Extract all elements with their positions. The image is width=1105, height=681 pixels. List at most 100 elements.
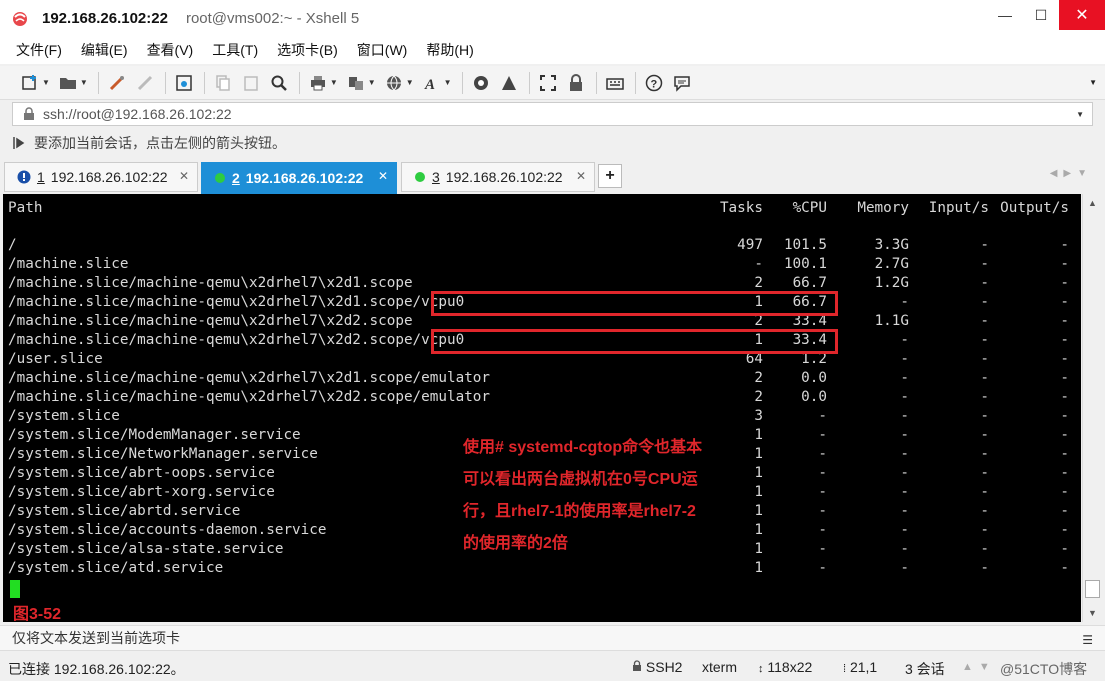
watermark-text: @51CTO博客 xyxy=(1000,661,1088,677)
terminal-cell-cpu: - xyxy=(818,465,827,481)
terminal-header-memory: Memory xyxy=(857,200,909,216)
new-session-icon[interactable] xyxy=(20,73,40,93)
terminal-cell-memory: - xyxy=(900,389,909,405)
menu-window[interactable]: 窗口(W) xyxy=(355,40,410,60)
menu-tools[interactable]: 工具(T) xyxy=(210,40,260,60)
terminal-scrollbar[interactable]: ▲ ▼ xyxy=(1082,194,1102,622)
terminal-cell-input: - xyxy=(980,446,989,462)
connect-icon[interactable] xyxy=(107,73,127,93)
copy-icon[interactable] xyxy=(213,73,233,93)
terminal-row-path: /system.slice/abrt-oops.service xyxy=(8,465,275,481)
terminal-cell-memory: - xyxy=(900,332,909,348)
chevron-down-icon[interactable]: ▼ xyxy=(1076,110,1084,119)
highlight-box-vcpu0-rhel7-2 xyxy=(431,329,838,354)
terminal-cell-cpu: - xyxy=(818,446,827,462)
chevron-down-icon[interactable]: ▼ xyxy=(42,78,50,87)
toolbar-options-icon[interactable]: ▼ xyxy=(1089,78,1097,87)
menu-help[interactable]: 帮助(H) xyxy=(424,40,475,60)
terminal-header-input: Input/s xyxy=(928,200,989,216)
status-connection: 已连接 192.168.26.102:22。 xyxy=(8,661,185,677)
chevron-down-icon[interactable]: ▼ xyxy=(444,78,452,87)
terminal-cell-output: - xyxy=(1060,446,1069,462)
disconnect-icon[interactable] xyxy=(135,73,155,93)
scroll-up-icon[interactable]: ▲ xyxy=(1088,198,1097,208)
xftp-icon[interactable] xyxy=(471,73,491,93)
tab-session-2[interactable]: 2 192.168.26.102:22 ✕ xyxy=(201,162,397,194)
session-hint-bar: 要添加当前会话，点击左侧的箭头按钮。 xyxy=(12,131,1093,155)
tab-session-1[interactable]: 1 192.168.26.102:22 ✕ xyxy=(4,162,198,192)
font-icon[interactable]: A xyxy=(422,73,442,93)
paste-icon[interactable] xyxy=(241,73,261,93)
close-button[interactable]: ✕ xyxy=(1059,0,1105,30)
terminal-row-path: /system.slice/atd.service xyxy=(8,560,224,576)
lock-icon[interactable] xyxy=(566,73,586,93)
terminal-cell-cpu: - xyxy=(818,560,827,576)
terminal-cell-output: - xyxy=(1060,313,1069,329)
keyboard-icon[interactable] xyxy=(605,73,625,93)
add-tab-button[interactable]: + xyxy=(598,164,622,188)
help-icon[interactable]: ? xyxy=(644,73,664,93)
print-icon[interactable] xyxy=(308,73,328,93)
scrollbar-thumb[interactable] xyxy=(1085,580,1100,598)
lock-icon xyxy=(633,660,641,671)
xshell-logo-icon xyxy=(13,12,27,26)
address-bar[interactable]: ssh://root@192.168.26.102:22 ▼ xyxy=(12,102,1093,126)
annotation-line: 行，且rhel7-1的使用率是rhel7-2 xyxy=(463,503,696,520)
terminal-cell-tasks: 1 xyxy=(754,560,763,576)
menu-tabs[interactable]: 选项卡(B) xyxy=(275,40,340,60)
chevron-down-icon[interactable]: ▼ xyxy=(406,78,414,87)
annotation-line: 可以看出两台虚拟机在0号CPU运 xyxy=(463,471,698,488)
find-icon[interactable] xyxy=(269,73,289,93)
terminal-cell-tasks: 3 xyxy=(754,408,763,424)
open-folder-icon[interactable] xyxy=(58,73,78,93)
terminal-cell-input: - xyxy=(980,256,989,272)
terminal-cell-output: - xyxy=(1060,275,1069,291)
tab-scroll-arrows[interactable]: ◀▶▼ xyxy=(1050,168,1093,179)
chevron-down-icon[interactable]: ▼ xyxy=(330,78,338,87)
globe-icon[interactable] xyxy=(384,73,404,93)
toolbar-divider xyxy=(634,71,636,94)
terminal-cell-tasks: 2 xyxy=(754,370,763,386)
terminal-cell-memory: - xyxy=(900,522,909,538)
menu-view[interactable]: 查看(V) xyxy=(145,40,196,60)
menu-edit[interactable]: 编辑(E) xyxy=(79,40,130,60)
xmanager-icon[interactable] xyxy=(499,73,519,93)
terminal-screen[interactable]: Path Tasks %CPU Memory Input/s Output/s … xyxy=(3,194,1081,622)
terminal-header-output: Output/s xyxy=(1000,200,1069,216)
session-nav-arrows[interactable]: ▲▼ xyxy=(962,661,996,673)
terminal-cell-cpu: - xyxy=(818,408,827,424)
add-session-arrow-icon[interactable] xyxy=(12,135,28,151)
maximize-button[interactable]: ☐ xyxy=(1023,0,1059,30)
fullscreen-icon[interactable] xyxy=(538,73,558,93)
properties-icon[interactable] xyxy=(174,73,194,93)
chevron-down-icon[interactable]: ▼ xyxy=(80,78,88,87)
chevron-down-icon[interactable]: ▼ xyxy=(368,78,376,87)
close-icon[interactable]: ✕ xyxy=(576,169,586,183)
tab-number: 3 xyxy=(432,169,440,185)
close-icon[interactable]: ✕ xyxy=(378,169,388,183)
menu-icon[interactable]: ☰ xyxy=(1082,633,1093,647)
terminal-cell-cpu: - xyxy=(818,541,827,557)
compose-placeholder: 仅将文本发送到当前选项卡 xyxy=(12,630,180,646)
terminal-row-path: /system.slice/ModemManager.service xyxy=(8,427,301,443)
terminal-cell-input: - xyxy=(980,275,989,291)
annotation-text: 使用# systemd-cgtop命令也基本 可以看出两台虚拟机在0号CPU运 … xyxy=(463,432,763,560)
tab-label: 192.168.26.102:22 xyxy=(50,169,168,185)
scroll-down-icon[interactable]: ▼ xyxy=(1088,608,1097,618)
terminal-cell-cpu: - xyxy=(818,503,827,519)
status-bar: 已连接 192.168.26.102:22。 SSH2 xterm ↕ 118x… xyxy=(0,654,1105,681)
terminal-cell-cpu: 66.7 xyxy=(792,275,827,291)
menu-file[interactable]: 文件(F) xyxy=(14,40,64,60)
terminal-cell-memory: - xyxy=(900,427,909,443)
transfer-icon[interactable] xyxy=(346,73,366,93)
tab-session-3[interactable]: 3 192.168.26.102:22 ✕ xyxy=(401,162,595,192)
terminal-cell-input: - xyxy=(980,237,989,253)
compose-send-bar[interactable]: 仅将文本发送到当前选项卡 ☰ xyxy=(0,625,1105,651)
minimize-button[interactable]: — xyxy=(987,0,1023,30)
chat-icon[interactable] xyxy=(672,73,692,93)
terminal-cell-output: - xyxy=(1060,389,1069,405)
terminal-cell-input: - xyxy=(980,541,989,557)
terminal-cell-output: - xyxy=(1060,237,1069,253)
terminal-cell-output: - xyxy=(1060,503,1069,519)
close-icon[interactable]: ✕ xyxy=(179,169,189,183)
